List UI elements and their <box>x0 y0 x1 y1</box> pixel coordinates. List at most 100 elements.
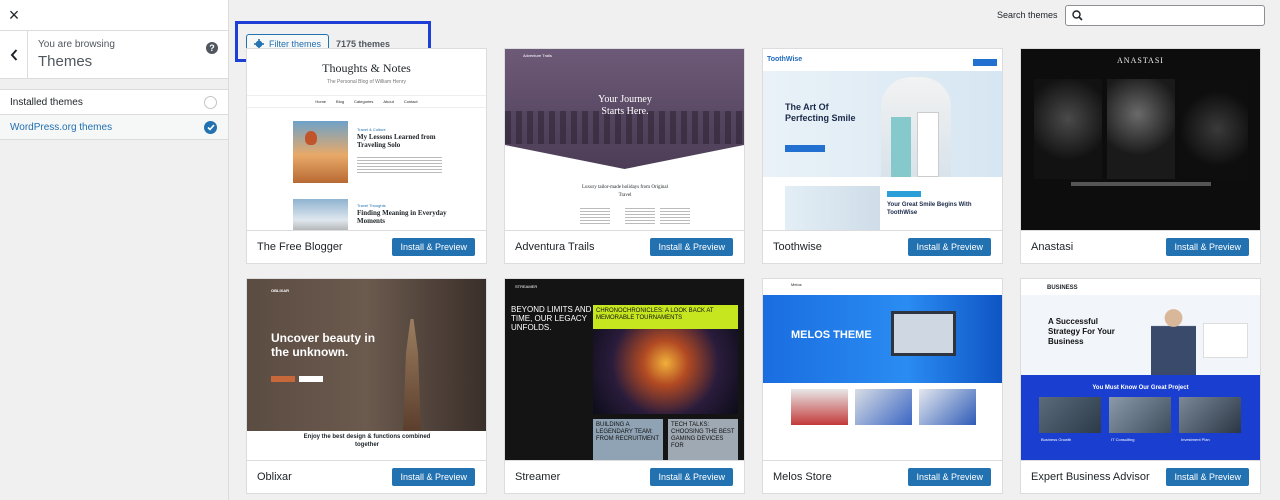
preview-subheading: Enjoy the best design & functions combin… <box>303 434 431 448</box>
preview-image <box>1039 397 1101 433</box>
theme-card[interactable]: Adventure Trails Your Journey Starts Her… <box>504 48 745 264</box>
preview-heading: The Art Of Perfecting Smile <box>785 102 856 123</box>
theme-screenshot[interactable]: ToothWise The Art Of Perfecting Smile Yo… <box>763 49 1002 230</box>
preview-image <box>1179 397 1241 433</box>
search-label: Search themes <box>997 10 1058 20</box>
preview-product <box>855 389 912 425</box>
preview-product <box>791 389 848 425</box>
search-input[interactable] <box>1087 7 1257 24</box>
preview-brand: OBLIXAR <box>271 288 289 293</box>
preview-product <box>919 389 976 425</box>
close-bar: × <box>0 0 228 31</box>
theme-card[interactable]: ANASTASI Anastasi Install & Preview <box>1020 48 1261 264</box>
theme-name: The Free Blogger <box>257 241 343 253</box>
preview-cta <box>299 376 323 382</box>
filter-label: Filter themes <box>269 38 322 49</box>
theme-card[interactable]: Melos MELOS THEME Melos Store Install & … <box>762 278 1003 494</box>
preview-brand: Melos <box>791 282 802 287</box>
preview-subheading: Luxury tailor-made holidays from Origina… <box>582 185 668 198</box>
preview-item: Investment Plan <box>1181 437 1210 442</box>
preview-title: Thoughts & Notes <box>322 61 411 75</box>
preview-subtitle: The Personal Blog of William Henry <box>327 79 406 85</box>
preview-brand: ToothWise <box>767 56 803 63</box>
back-button[interactable] <box>0 30 28 79</box>
checkmark-icon[interactable] <box>204 120 217 134</box>
theme-name: Melos Store <box>773 471 832 483</box>
preview-game-image <box>593 329 738 414</box>
source-label: Installed themes <box>10 96 83 108</box>
preview-brand: BUSINESS <box>1047 285 1078 291</box>
theme-card-footer: Toothwise Install & Preview <box>763 230 1002 263</box>
preview-heading: Your Journey Starts Here. <box>598 94 652 117</box>
install-preview-button[interactable]: Install & Preview <box>1166 468 1249 486</box>
theme-card-footer: The Free Blogger Install & Preview <box>247 230 486 263</box>
preview-text-lines <box>660 206 690 226</box>
preview-heading: A Successful Strategy For Your Business <box>1048 317 1115 346</box>
chevron-left-icon <box>10 48 17 61</box>
theme-screenshot[interactable]: Melos MELOS THEME <box>763 279 1002 460</box>
install-preview-button[interactable]: Install & Preview <box>908 468 991 486</box>
preview-text-lines <box>580 206 610 226</box>
install-preview-button[interactable]: Install & Preview <box>392 238 475 256</box>
theme-screenshot[interactable]: BUSINESS A Successful Strategy For Your … <box>1021 279 1260 460</box>
theme-card-footer: Expert Business Advisor Install & Previe… <box>1021 460 1260 493</box>
theme-screenshot[interactable]: Thoughts & Notes The Personal Blog of Wi… <box>247 49 486 230</box>
browsing-title: Themes <box>38 53 93 70</box>
preview-brand: Adventure Trails <box>523 53 552 58</box>
theme-screenshot[interactable]: ANASTASI <box>1021 49 1260 230</box>
install-preview-button[interactable]: Install & Preview <box>650 468 733 486</box>
theme-screenshot[interactable]: STREAMER BEYOND LIMITS AND TIME, OUR LEG… <box>505 279 744 460</box>
theme-name: Expert Business Advisor <box>1031 471 1150 483</box>
preview-tag: Travel Thoughts <box>357 203 386 208</box>
help-icon[interactable]: ? <box>206 42 218 54</box>
preview-nav: Home Blog Categories About Contact <box>247 95 486 108</box>
theme-card[interactable]: OBLIXAR Uncover beauty in the unknown. E… <box>246 278 487 494</box>
theme-browser: Search themes Filter themes 7175 themes … <box>229 0 1280 500</box>
preview-tile: TECH TALKS: CHOOSING THE BEST GAMING DEV… <box>668 419 738 460</box>
install-preview-button[interactable]: Install & Preview <box>650 238 733 256</box>
preview-subheading: You Must Know Our Great Project <box>1092 385 1189 391</box>
source-label: WordPress.org themes <box>10 121 113 133</box>
theme-card[interactable]: ToothWise The Art Of Perfecting Smile Yo… <box>762 48 1003 264</box>
preview-brand: ANASTASI <box>1117 56 1164 65</box>
preview-post-title: Finding Meaning in Everyday Moments <box>357 209 447 225</box>
theme-name: Streamer <box>515 471 561 483</box>
preview-monitor <box>891 311 956 356</box>
preview-post-title: My Lessons Learned from Traveling Solo <box>357 133 436 149</box>
preview-image <box>293 199 348 230</box>
search-box[interactable] <box>1065 5 1265 26</box>
close-button[interactable]: × <box>0 0 28 31</box>
preview-tag: Travel & Culture <box>357 127 386 132</box>
theme-card-footer: Melos Store Install & Preview <box>763 460 1002 493</box>
theme-card[interactable]: BUSINESS A Successful Strategy For Your … <box>1020 278 1261 494</box>
radio-unchecked-icon[interactable] <box>204 95 217 109</box>
preview-nav-button <box>973 59 997 66</box>
preview-tile: BUILDING A LEGENDARY TEAM: FROM RECRUITM… <box>593 419 663 460</box>
install-preview-button[interactable]: Install & Preview <box>392 468 475 486</box>
theme-card-footer: Adventura Trails Install & Preview <box>505 230 744 263</box>
theme-screenshot[interactable]: OBLIXAR Uncover beauty in the unknown. E… <box>247 279 486 460</box>
theme-card[interactable]: Thoughts & Notes The Personal Blog of Wi… <box>246 48 487 264</box>
install-preview-button[interactable]: Install & Preview <box>1166 238 1249 256</box>
preview-photo <box>1107 79 1175 179</box>
source-installed-themes[interactable]: Installed themes <box>0 90 228 115</box>
install-preview-button[interactable]: Install & Preview <box>908 238 991 256</box>
preview-image <box>293 121 348 183</box>
source-wordpress-org-themes[interactable]: WordPress.org themes <box>0 115 228 140</box>
theme-card[interactable]: STREAMER BEYOND LIMITS AND TIME, OUR LEG… <box>504 278 745 494</box>
preview-brand: STREAMER <box>515 284 538 289</box>
preview-subheading: Your Great Smile Begins With ToothWise <box>887 202 972 216</box>
preview-form <box>1203 323 1248 358</box>
customizer-sidebar: × You are browsing Themes ? Installed th… <box>0 0 229 500</box>
search-icon <box>1072 10 1083 21</box>
preview-text-lines <box>1071 182 1211 186</box>
preview-text-lines <box>625 206 655 226</box>
theme-name: Oblixar <box>257 471 292 483</box>
preview-cta <box>785 145 825 152</box>
preview-image <box>1109 397 1171 433</box>
preview-image <box>785 186 880 230</box>
theme-card-footer: Anastasi Install & Preview <box>1021 230 1260 263</box>
preview-badge <box>887 191 921 197</box>
theme-source-list: Installed themes WordPress.org themes <box>0 89 228 140</box>
theme-screenshot[interactable]: Adventure Trails Your Journey Starts Her… <box>505 49 744 230</box>
